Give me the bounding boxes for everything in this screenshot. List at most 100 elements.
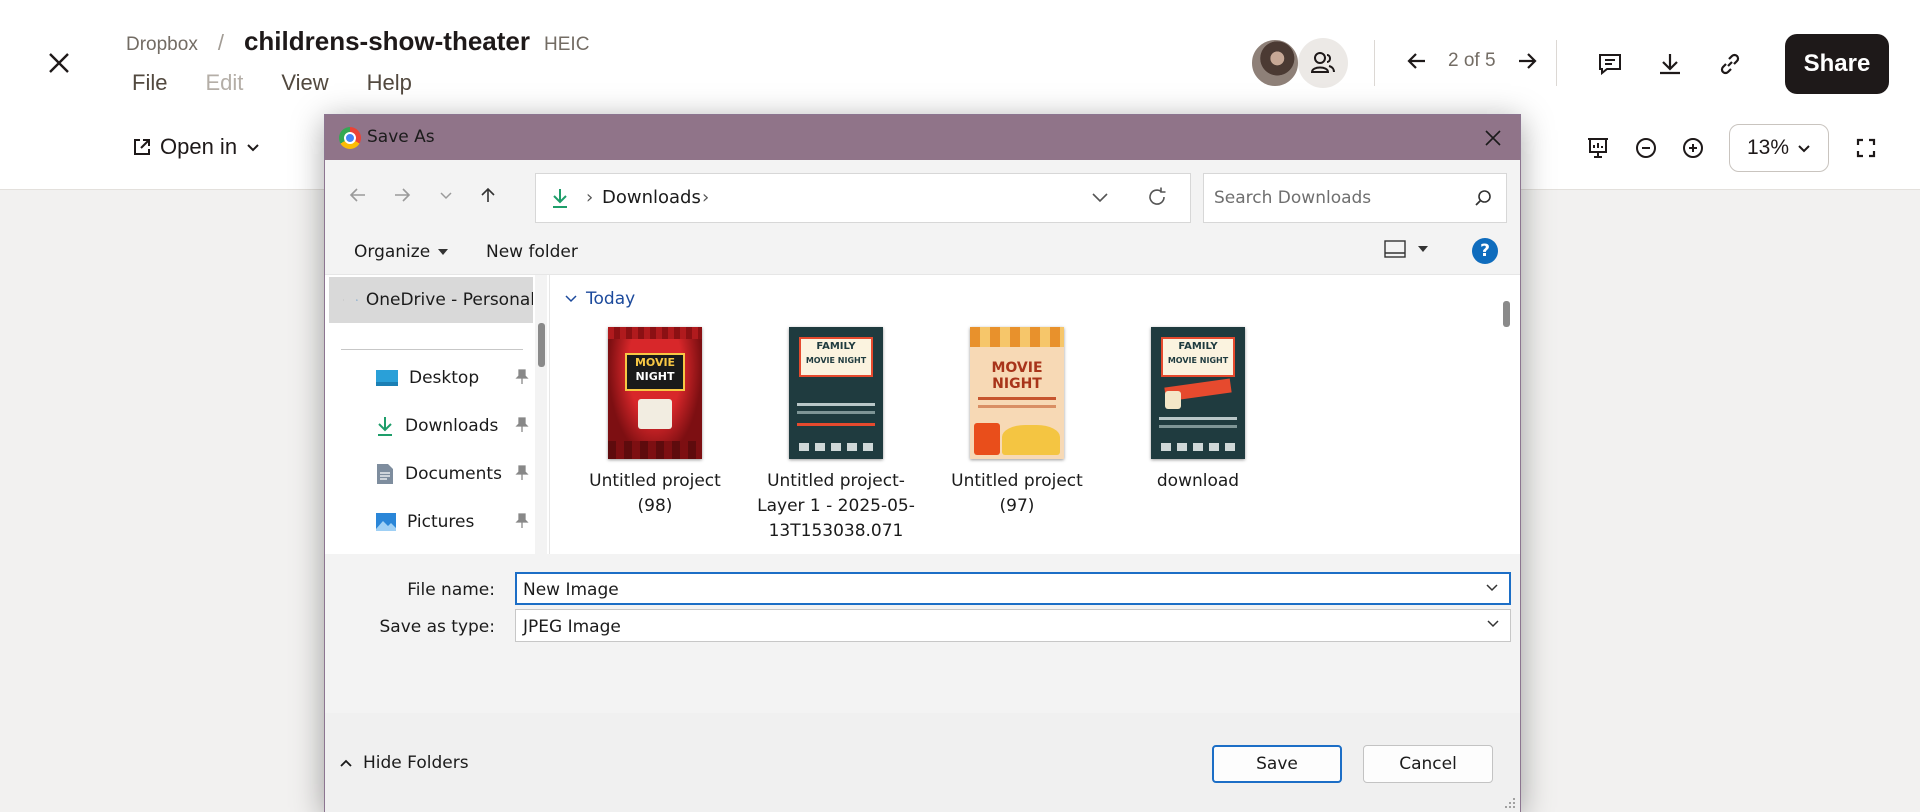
new-folder-button[interactable]: New folder — [486, 242, 578, 262]
zoom-out-icon[interactable] — [1628, 130, 1664, 166]
scroll-thumb[interactable] — [538, 323, 545, 367]
menu-bar: File Edit View Help — [132, 70, 412, 96]
chevron-down-icon — [565, 295, 577, 303]
downloads-icon — [553, 189, 567, 208]
navigation-pane: OneDrive - Personal Desktop Downloads Do… — [325, 275, 533, 554]
file-tile[interactable]: MOVIE NIGHT Untitled project (98) — [570, 327, 740, 519]
file-extension: HEIC — [544, 34, 590, 55]
search-icon[interactable] — [1474, 189, 1492, 207]
share-people-button[interactable] — [1298, 38, 1348, 88]
address-dropdown-icon[interactable] — [1091, 188, 1109, 206]
help-button[interactable]: ? — [1472, 238, 1498, 264]
file-tile[interactable]: MOVIE NIGHT Untitled project (97) — [932, 327, 1102, 519]
nav-item-onedrive[interactable]: OneDrive - Personal — [329, 277, 533, 323]
search-input[interactable] — [1214, 186, 1464, 210]
file-pager: 2 of 5 — [1400, 44, 1544, 78]
download-icon[interactable] — [1652, 46, 1688, 82]
avatar[interactable] — [1250, 38, 1300, 88]
nav-item-label: Pictures — [407, 512, 475, 532]
dialog-close-icon[interactable] — [1478, 123, 1508, 153]
poster-text: MOVIE — [634, 356, 676, 369]
dialog-navbar: › Downloads › — [325, 160, 1520, 228]
open-in-label: Open in — [160, 134, 238, 159]
chevron-down-icon — [1798, 145, 1810, 153]
close-viewer-icon[interactable] — [42, 46, 76, 80]
chevron-down-icon — [247, 144, 259, 152]
organize-button[interactable]: Organize — [354, 242, 449, 262]
file-thumbnail: MOVIE NIGHT — [608, 327, 702, 459]
pager-text: 2 of 5 — [1448, 50, 1496, 71]
nav-item-desktop[interactable]: Desktop — [375, 363, 529, 393]
pin-icon[interactable] — [515, 465, 529, 481]
group-label: Today — [586, 289, 636, 309]
chrome-icon — [339, 127, 361, 149]
save-type-label: Save as type: — [379, 617, 495, 637]
pin-icon[interactable] — [515, 513, 529, 529]
back-icon[interactable] — [343, 180, 373, 210]
hide-folders-button[interactable]: Hide Folders — [339, 753, 469, 773]
save-button[interactable]: Save — [1212, 745, 1342, 783]
chevron-up-icon — [340, 759, 352, 767]
documents-icon — [377, 464, 393, 484]
nav-item-pictures[interactable]: Pictures — [375, 507, 529, 537]
cancel-button[interactable]: Cancel — [1363, 745, 1493, 783]
menu-view[interactable]: View — [281, 70, 328, 96]
onedrive-cloud-icon — [356, 299, 358, 301]
nav-item-downloads[interactable]: Downloads — [375, 411, 529, 441]
menu-edit[interactable]: Edit — [205, 70, 243, 96]
file-thumbnail: FAMILY MOVIE NIGHT — [789, 327, 883, 459]
change-view-button[interactable] — [1384, 240, 1428, 258]
breadcrumb: Dropbox / childrens-show-theater HEIC — [126, 26, 589, 57]
file-name: Untitled project (97) — [951, 471, 1083, 516]
resize-grip-icon[interactable] — [1504, 797, 1516, 809]
menu-help[interactable]: Help — [367, 70, 412, 96]
pin-icon[interactable] — [515, 417, 529, 433]
scroll-thumb[interactable] — [1503, 301, 1510, 327]
open-in-button[interactable]: Open in — [132, 134, 261, 160]
dialog-title: Save As — [367, 127, 435, 147]
nav-item-label: OneDrive - Personal — [365, 290, 533, 310]
save-type-value: JPEG Image — [523, 617, 621, 637]
up-folder-icon[interactable] — [473, 180, 503, 210]
pin-icon[interactable] — [515, 369, 529, 385]
file-title[interactable]: childrens-show-theater — [244, 26, 530, 57]
zoom-value: 13% — [1746, 136, 1790, 159]
file-list-scrollbar[interactable] — [1500, 275, 1512, 554]
address-folder[interactable]: Downloads — [602, 187, 701, 208]
file-name: Untitled project (98) — [589, 471, 721, 516]
address-bar[interactable]: › Downloads › — [535, 173, 1191, 223]
refresh-icon[interactable] — [1146, 186, 1168, 208]
nav-item-label: Downloads — [405, 416, 499, 436]
nav-item-label: Desktop — [409, 368, 480, 388]
fullscreen-icon[interactable] — [1848, 130, 1884, 166]
zoom-select[interactable]: 13% — [1729, 124, 1829, 172]
poster-text: MOVIE NIGHT — [1167, 356, 1229, 365]
external-link-icon — [134, 139, 150, 155]
nav-pane-scrollbar[interactable] — [535, 275, 547, 554]
chevron-down-icon[interactable] — [1485, 583, 1499, 593]
file-tile[interactable]: FAMILY MOVIE NIGHT download — [1113, 327, 1283, 494]
recent-locations-icon[interactable] — [431, 180, 461, 210]
next-file-icon[interactable] — [1510, 44, 1544, 78]
file-tile[interactable]: FAMILY MOVIE NIGHT Untitled project-Laye… — [751, 327, 921, 544]
zoom-in-icon[interactable] — [1675, 130, 1711, 166]
file-name-input[interactable] — [523, 579, 1463, 601]
save-type-select[interactable]: JPEG Image — [515, 609, 1511, 642]
dialog-titlebar[interactable]: Save As — [325, 115, 1520, 160]
forward-icon[interactable] — [387, 180, 417, 210]
address-chevron-icon[interactable]: › — [586, 187, 593, 208]
share-button[interactable]: Share — [1785, 34, 1889, 94]
address-chevron-icon[interactable]: › — [702, 187, 709, 208]
chevron-down-icon — [1487, 620, 1499, 628]
poster-text: NIGHT — [635, 370, 675, 383]
group-header-today[interactable]: Today — [564, 289, 635, 309]
nav-item-documents[interactable]: Documents — [375, 459, 529, 489]
link-icon[interactable] — [1712, 46, 1748, 82]
file-name-combobox — [515, 572, 1511, 605]
comment-icon[interactable] — [1592, 46, 1628, 82]
chevron-right-icon[interactable] — [343, 293, 345, 307]
menu-file[interactable]: File — [132, 70, 167, 96]
presentation-icon[interactable] — [1580, 130, 1616, 166]
breadcrumb-root[interactable]: Dropbox — [126, 34, 198, 56]
previous-file-icon[interactable] — [1400, 44, 1434, 78]
